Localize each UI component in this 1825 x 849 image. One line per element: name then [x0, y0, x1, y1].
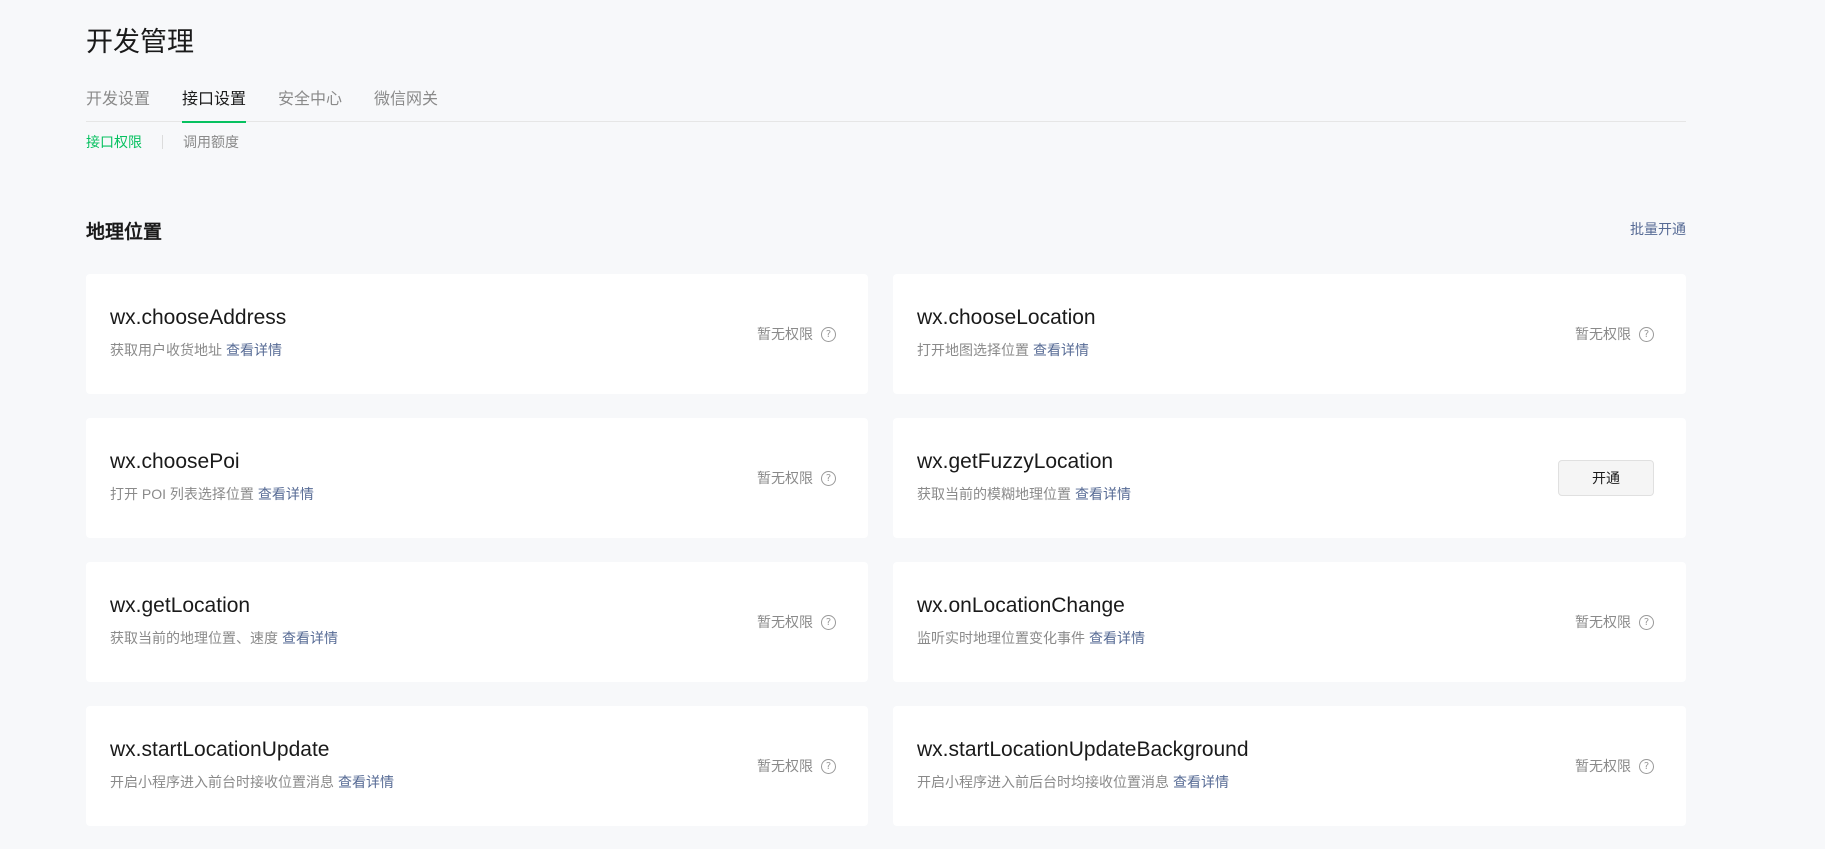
api-desc-text: 获取当前的模糊地理位置: [917, 486, 1071, 502]
question-circle-icon[interactable]: ?: [821, 326, 836, 342]
api-description: 开启小程序进入前后台时均接收位置消息 查看详情: [917, 772, 1662, 792]
batch-enable-link[interactable]: 批量开通: [1600, 219, 1686, 239]
status-text: 暂无权限: [757, 470, 813, 486]
api-description: 获取当前的模糊地理位置 查看详情: [917, 484, 1662, 504]
sub-tabs: 接口权限 调用额度: [86, 132, 239, 152]
status-text: 暂无权限: [757, 758, 813, 774]
view-details-link[interactable]: 查看详情: [226, 342, 282, 358]
api-desc-text: 打开 POI 列表选择位置: [110, 486, 254, 502]
api-card: wx.getLocation 获取当前的地理位置、速度 查看详情 暂无权限 ?: [86, 562, 868, 682]
question-circle-icon[interactable]: ?: [821, 470, 836, 486]
api-description: 打开 POI 列表选择位置 查看详情: [110, 484, 844, 504]
api-name: wx.chooseAddress: [110, 306, 287, 329]
subtab-divider: [162, 135, 163, 149]
view-details-link[interactable]: 查看详情: [338, 774, 394, 790]
api-desc-text: 开启小程序进入前台时接收位置消息: [110, 774, 334, 790]
permission-status: 暂无权限 ?: [757, 324, 836, 344]
view-details-link[interactable]: 查看详情: [1089, 630, 1145, 646]
tab-api-settings[interactable]: 接口设置: [182, 86, 247, 123]
api-description: 开启小程序进入前台时接收位置消息 查看详情: [110, 772, 844, 792]
view-details-link[interactable]: 查看详情: [1173, 774, 1229, 790]
question-circle-icon[interactable]: ?: [1639, 326, 1654, 342]
api-name: wx.getLocation: [110, 594, 251, 617]
subtab-call-quota[interactable]: 调用额度: [183, 132, 239, 152]
page-title: 开发管理: [86, 27, 194, 57]
api-card: wx.startLocationUpdateBackground 开启小程序进入…: [893, 706, 1686, 826]
dev-management-page: 开发管理 开发设置 接口设置 安全中心 微信网关 接口权限 调用额度 地理位置 …: [0, 0, 1825, 849]
tab-dev-settings[interactable]: 开发设置: [86, 86, 150, 122]
api-card: wx.chooseLocation 打开地图选择位置 查看详情 暂无权限 ?: [893, 274, 1686, 394]
subtab-api-permissions[interactable]: 接口权限: [86, 132, 142, 152]
api-description: 获取用户收货地址 查看详情: [110, 340, 844, 360]
section-title: 地理位置: [86, 222, 163, 243]
api-card-grid: wx.chooseAddress 获取用户收货地址 查看详情 暂无权限 ? wx.…: [86, 274, 1686, 826]
tab-wechat-gateway[interactable]: 微信网关: [374, 86, 438, 122]
api-description: 监听实时地理位置变化事件 查看详情: [917, 628, 1662, 648]
status-text: 暂无权限: [1575, 614, 1631, 630]
permission-status: 暂无权限 ?: [757, 612, 836, 632]
api-desc-text: 开启小程序进入前后台时均接收位置消息: [917, 774, 1169, 790]
permission-status: 暂无权限 ?: [757, 756, 836, 776]
api-desc-text: 获取当前的地理位置、速度: [110, 630, 278, 646]
api-card: wx.startLocationUpdate 开启小程序进入前台时接收位置消息查…: [86, 706, 868, 826]
api-card: wx.getFuzzyLocation 获取当前的模糊地理位置 查看详情 开通: [893, 418, 1686, 538]
question-circle-icon[interactable]: ?: [821, 758, 836, 774]
question-circle-icon[interactable]: ?: [821, 614, 836, 630]
tab-security-center[interactable]: 安全中心: [278, 86, 342, 122]
main-tabs: 开发设置 接口设置 安全中心 微信网关: [86, 86, 1686, 123]
api-name: wx.choosePoi: [110, 450, 240, 473]
permission-status: 暂无权限 ?: [1575, 612, 1654, 632]
api-card: wx.onLocationChange 监听实时地理位置变化事件 查看详情 暂无权…: [893, 562, 1686, 682]
api-description: 获取当前的地理位置、速度 查看详情: [110, 628, 844, 648]
view-details-link[interactable]: 查看详情: [1033, 342, 1089, 358]
question-circle-icon[interactable]: ?: [1639, 614, 1654, 630]
status-text: 暂无权限: [757, 326, 813, 342]
permission-status: 暂无权限 ?: [757, 468, 836, 488]
view-details-link[interactable]: 查看详情: [282, 630, 338, 646]
api-desc-text: 打开地图选择位置: [917, 342, 1029, 358]
status-text: 暂无权限: [1575, 326, 1631, 342]
question-circle-icon[interactable]: ?: [1639, 758, 1654, 774]
status-text: 暂无权限: [757, 614, 813, 630]
api-name: wx.onLocationChange: [917, 594, 1125, 617]
api-card: wx.chooseAddress 获取用户收货地址 查看详情 暂无权限 ?: [86, 274, 868, 394]
api-name: wx.getFuzzyLocation: [917, 450, 1114, 473]
enable-button[interactable]: 开通: [1558, 460, 1654, 496]
api-description: 打开地图选择位置 查看详情: [917, 340, 1662, 360]
api-name: wx.chooseLocation: [917, 306, 1096, 329]
status-text: 暂无权限: [1575, 758, 1631, 774]
permission-status: 暂无权限 ?: [1575, 756, 1654, 776]
api-desc-text: 获取用户收货地址: [110, 342, 222, 358]
api-card: wx.choosePoi 打开 POI 列表选择位置 查看详情 暂无权限 ?: [86, 418, 868, 538]
api-name: wx.startLocationUpdateBackground: [917, 738, 1249, 761]
view-details-link[interactable]: 查看详情: [258, 486, 314, 502]
permission-status: 暂无权限 ?: [1575, 324, 1654, 344]
api-desc-text: 监听实时地理位置变化事件: [917, 630, 1085, 646]
view-details-link[interactable]: 查看详情: [1075, 486, 1131, 502]
api-name: wx.startLocationUpdate: [110, 738, 330, 761]
